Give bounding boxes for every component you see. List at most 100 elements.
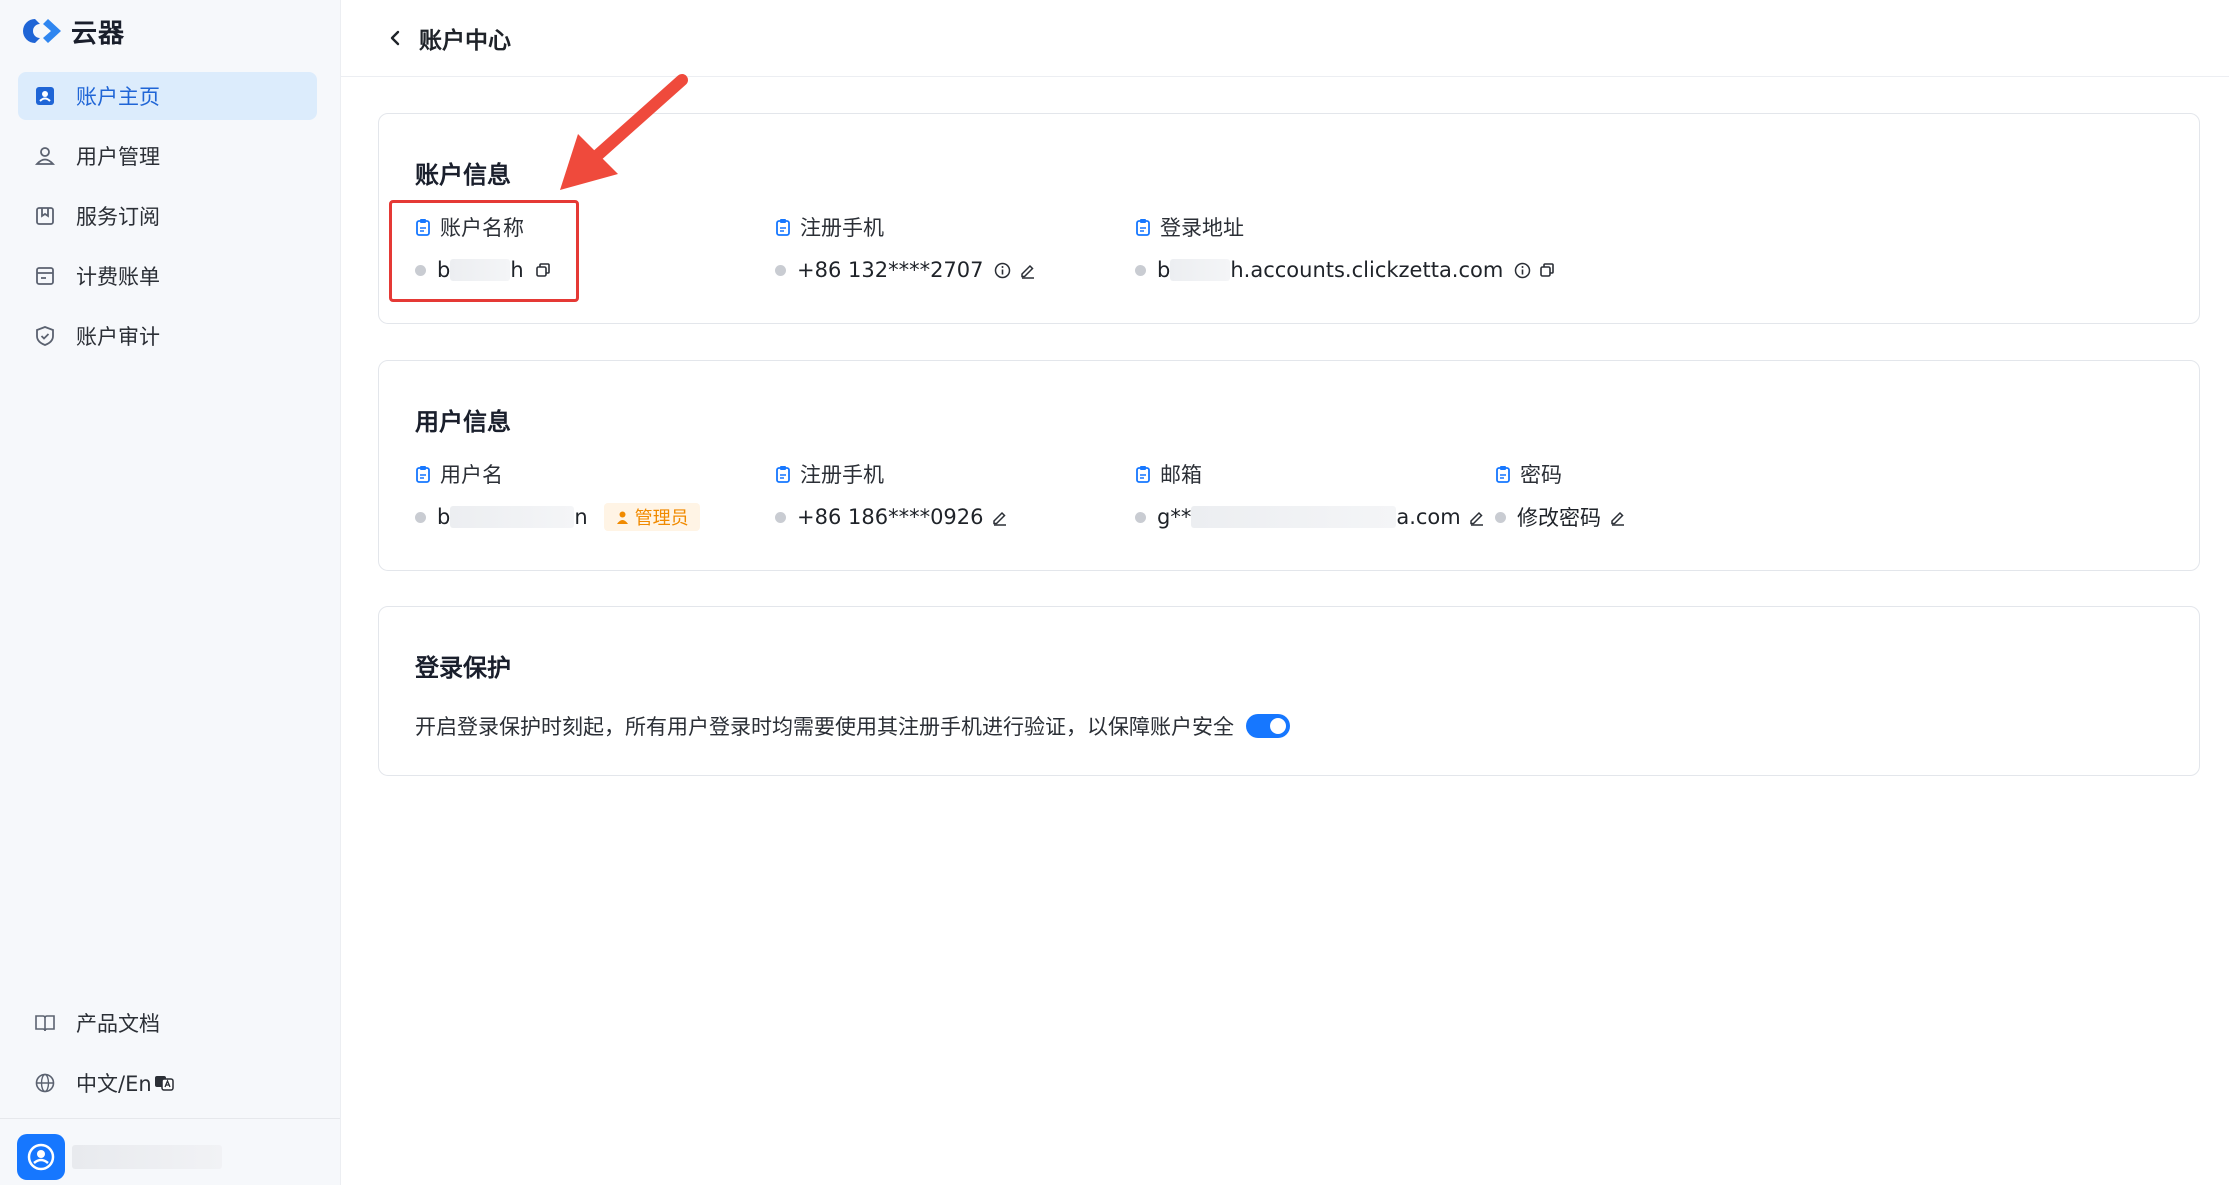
sidebar-item-label: 用户管理 <box>76 145 160 169</box>
user-info-card: 用户信息 用户名 b n 管理员 注册手机 +86 186****0926 邮箱… <box>378 360 2200 571</box>
login-address-start: b <box>1157 258 1171 282</box>
status-dot <box>415 264 426 276</box>
field-label: 账户名称 <box>440 216 524 240</box>
clipboard-icon <box>1496 466 1510 483</box>
account-name-start: b <box>437 258 451 282</box>
info-icon[interactable] <box>994 261 1012 279</box>
clipboard-icon <box>776 219 790 236</box>
logo-icon <box>23 19 61 43</box>
sidebar-item-label: 服务订阅 <box>76 205 160 229</box>
sidebar-item-subscriptions[interactable]: 服务订阅 <box>18 192 317 240</box>
sidebar-item-user-management[interactable]: 用户管理 <box>18 132 317 180</box>
login-address-field: 登录地址 b h.accounts.clickzetta.com <box>1135 213 1556 285</box>
sidebar-item-billing[interactable]: 计费账单 <box>18 252 317 300</box>
clipboard-icon <box>1136 219 1150 236</box>
password-field: 密码 修改密码 <box>1495 460 1626 532</box>
shield-icon <box>33 324 57 348</box>
sidebar-bottom-nav: 产品文档 中文/En <box>18 999 317 1119</box>
sidebar-item-docs[interactable]: 产品文档 <box>18 999 317 1047</box>
user-icon <box>33 144 57 168</box>
badge-label: 管理员 <box>634 508 689 529</box>
account-name-end: h <box>510 258 524 282</box>
sidebar-item-label: 产品文档 <box>76 1012 160 1036</box>
status-dot <box>1495 511 1506 523</box>
username-start: b <box>437 505 451 529</box>
card-title: 登录保护 <box>415 654 511 682</box>
redacted-text <box>450 259 511 281</box>
account-card-icon <box>33 84 57 108</box>
user-name-redacted <box>72 1145 222 1169</box>
sidebar-item-language[interactable]: 中文/En <box>18 1059 317 1107</box>
sidebar-item-audit[interactable]: 账户审计 <box>18 312 317 360</box>
edit-icon[interactable] <box>1019 261 1037 279</box>
card-title: 用户信息 <box>415 408 511 436</box>
email-end: a.com <box>1396 505 1461 529</box>
username-field: 用户名 b n 管理员 <box>415 460 700 532</box>
redacted-text <box>1191 506 1397 528</box>
field-label: 密码 <box>1520 463 1562 487</box>
clipboard-icon <box>416 466 430 483</box>
login-protection-toggle[interactable] <box>1246 714 1290 738</box>
login-protection-description: 开启登录保护时刻起，所有用户登录时均需要使用其注册手机进行验证，以保障账户安全 <box>415 715 1234 739</box>
status-dot <box>415 511 426 523</box>
user-phone-field: 注册手机 +86 186****0926 <box>775 460 1009 532</box>
login-protection-card: 登录保护 开启登录保护时刻起，所有用户登录时均需要使用其注册手机进行验证，以保障… <box>378 606 2200 776</box>
status-dot <box>1135 511 1146 523</box>
translate-icon <box>154 1073 174 1093</box>
page-title: 账户中心 <box>419 28 511 54</box>
change-password-link[interactable]: 修改密码 <box>1517 502 1601 532</box>
redacted-text <box>450 506 575 528</box>
logo[interactable]: 云器 <box>21 12 125 50</box>
edit-icon[interactable] <box>991 508 1009 526</box>
bookmark-icon <box>33 204 57 228</box>
field-label: 注册手机 <box>800 216 884 240</box>
chevron-left-icon <box>390 30 400 46</box>
account-name-field: 账户名称 b h <box>415 213 552 285</box>
account-info-card: 账户信息 账户名称 b h 注册手机 +86 132****2707 登录地址 … <box>378 113 2200 324</box>
email-field: 邮箱 g** a.com <box>1135 460 1486 532</box>
sidebar-item-label: 账户主页 <box>76 85 160 109</box>
sidebar: 云器 账户主页 用户管理 服务订阅 计费账单 账户审计 产品文档 中文/En <box>0 0 341 1185</box>
sidebar-item-label: 账户审计 <box>76 325 160 349</box>
username-end: n <box>574 505 588 529</box>
clipboard-icon <box>416 219 430 236</box>
login-address-end: h.accounts.clickzetta.com <box>1230 258 1504 282</box>
edit-icon[interactable] <box>1608 508 1626 526</box>
book-icon <box>33 1011 57 1035</box>
sidebar-item-account-home[interactable]: 账户主页 <box>18 72 317 120</box>
field-label: 登录地址 <box>1160 216 1244 240</box>
page-header: 账户中心 <box>341 0 2229 77</box>
status-dot <box>775 511 786 523</box>
field-label: 注册手机 <box>800 463 884 487</box>
user-avatar-icon <box>27 1143 55 1171</box>
admin-badge: 管理员 <box>603 503 700 531</box>
card-title: 账户信息 <box>415 161 511 189</box>
sidebar-item-label: 计费账单 <box>76 265 160 289</box>
toggle-knob <box>1270 718 1286 734</box>
edit-icon[interactable] <box>1468 508 1486 526</box>
field-label: 邮箱 <box>1160 463 1202 487</box>
clipboard-icon <box>1136 466 1150 483</box>
bill-icon <box>33 264 57 288</box>
status-dot <box>775 264 786 276</box>
redacted-text <box>1170 259 1231 281</box>
sidebar-divider <box>0 1118 340 1119</box>
globe-icon <box>33 1071 57 1095</box>
info-icon[interactable] <box>1513 261 1531 279</box>
status-dot <box>1135 264 1146 276</box>
copy-icon[interactable] <box>534 261 552 279</box>
email-start: g** <box>1157 505 1192 529</box>
sidebar-item-label: 中文/En <box>76 1072 152 1096</box>
clipboard-icon <box>776 466 790 483</box>
logo-text: 云器 <box>71 18 126 49</box>
avatar[interactable] <box>17 1134 65 1180</box>
copy-icon[interactable] <box>1538 261 1556 279</box>
back-button[interactable] <box>380 23 410 53</box>
field-label: 用户名 <box>440 463 503 487</box>
user-phone-value: +86 186****0926 <box>797 505 984 529</box>
admin-icon <box>616 511 628 524</box>
sidebar-nav: 账户主页 用户管理 服务订阅 计费账单 账户审计 <box>18 72 317 372</box>
current-user[interactable] <box>17 1134 222 1180</box>
account-phone-field: 注册手机 +86 132****2707 <box>775 213 1037 285</box>
account-phone-value: +86 132****2707 <box>797 258 984 282</box>
